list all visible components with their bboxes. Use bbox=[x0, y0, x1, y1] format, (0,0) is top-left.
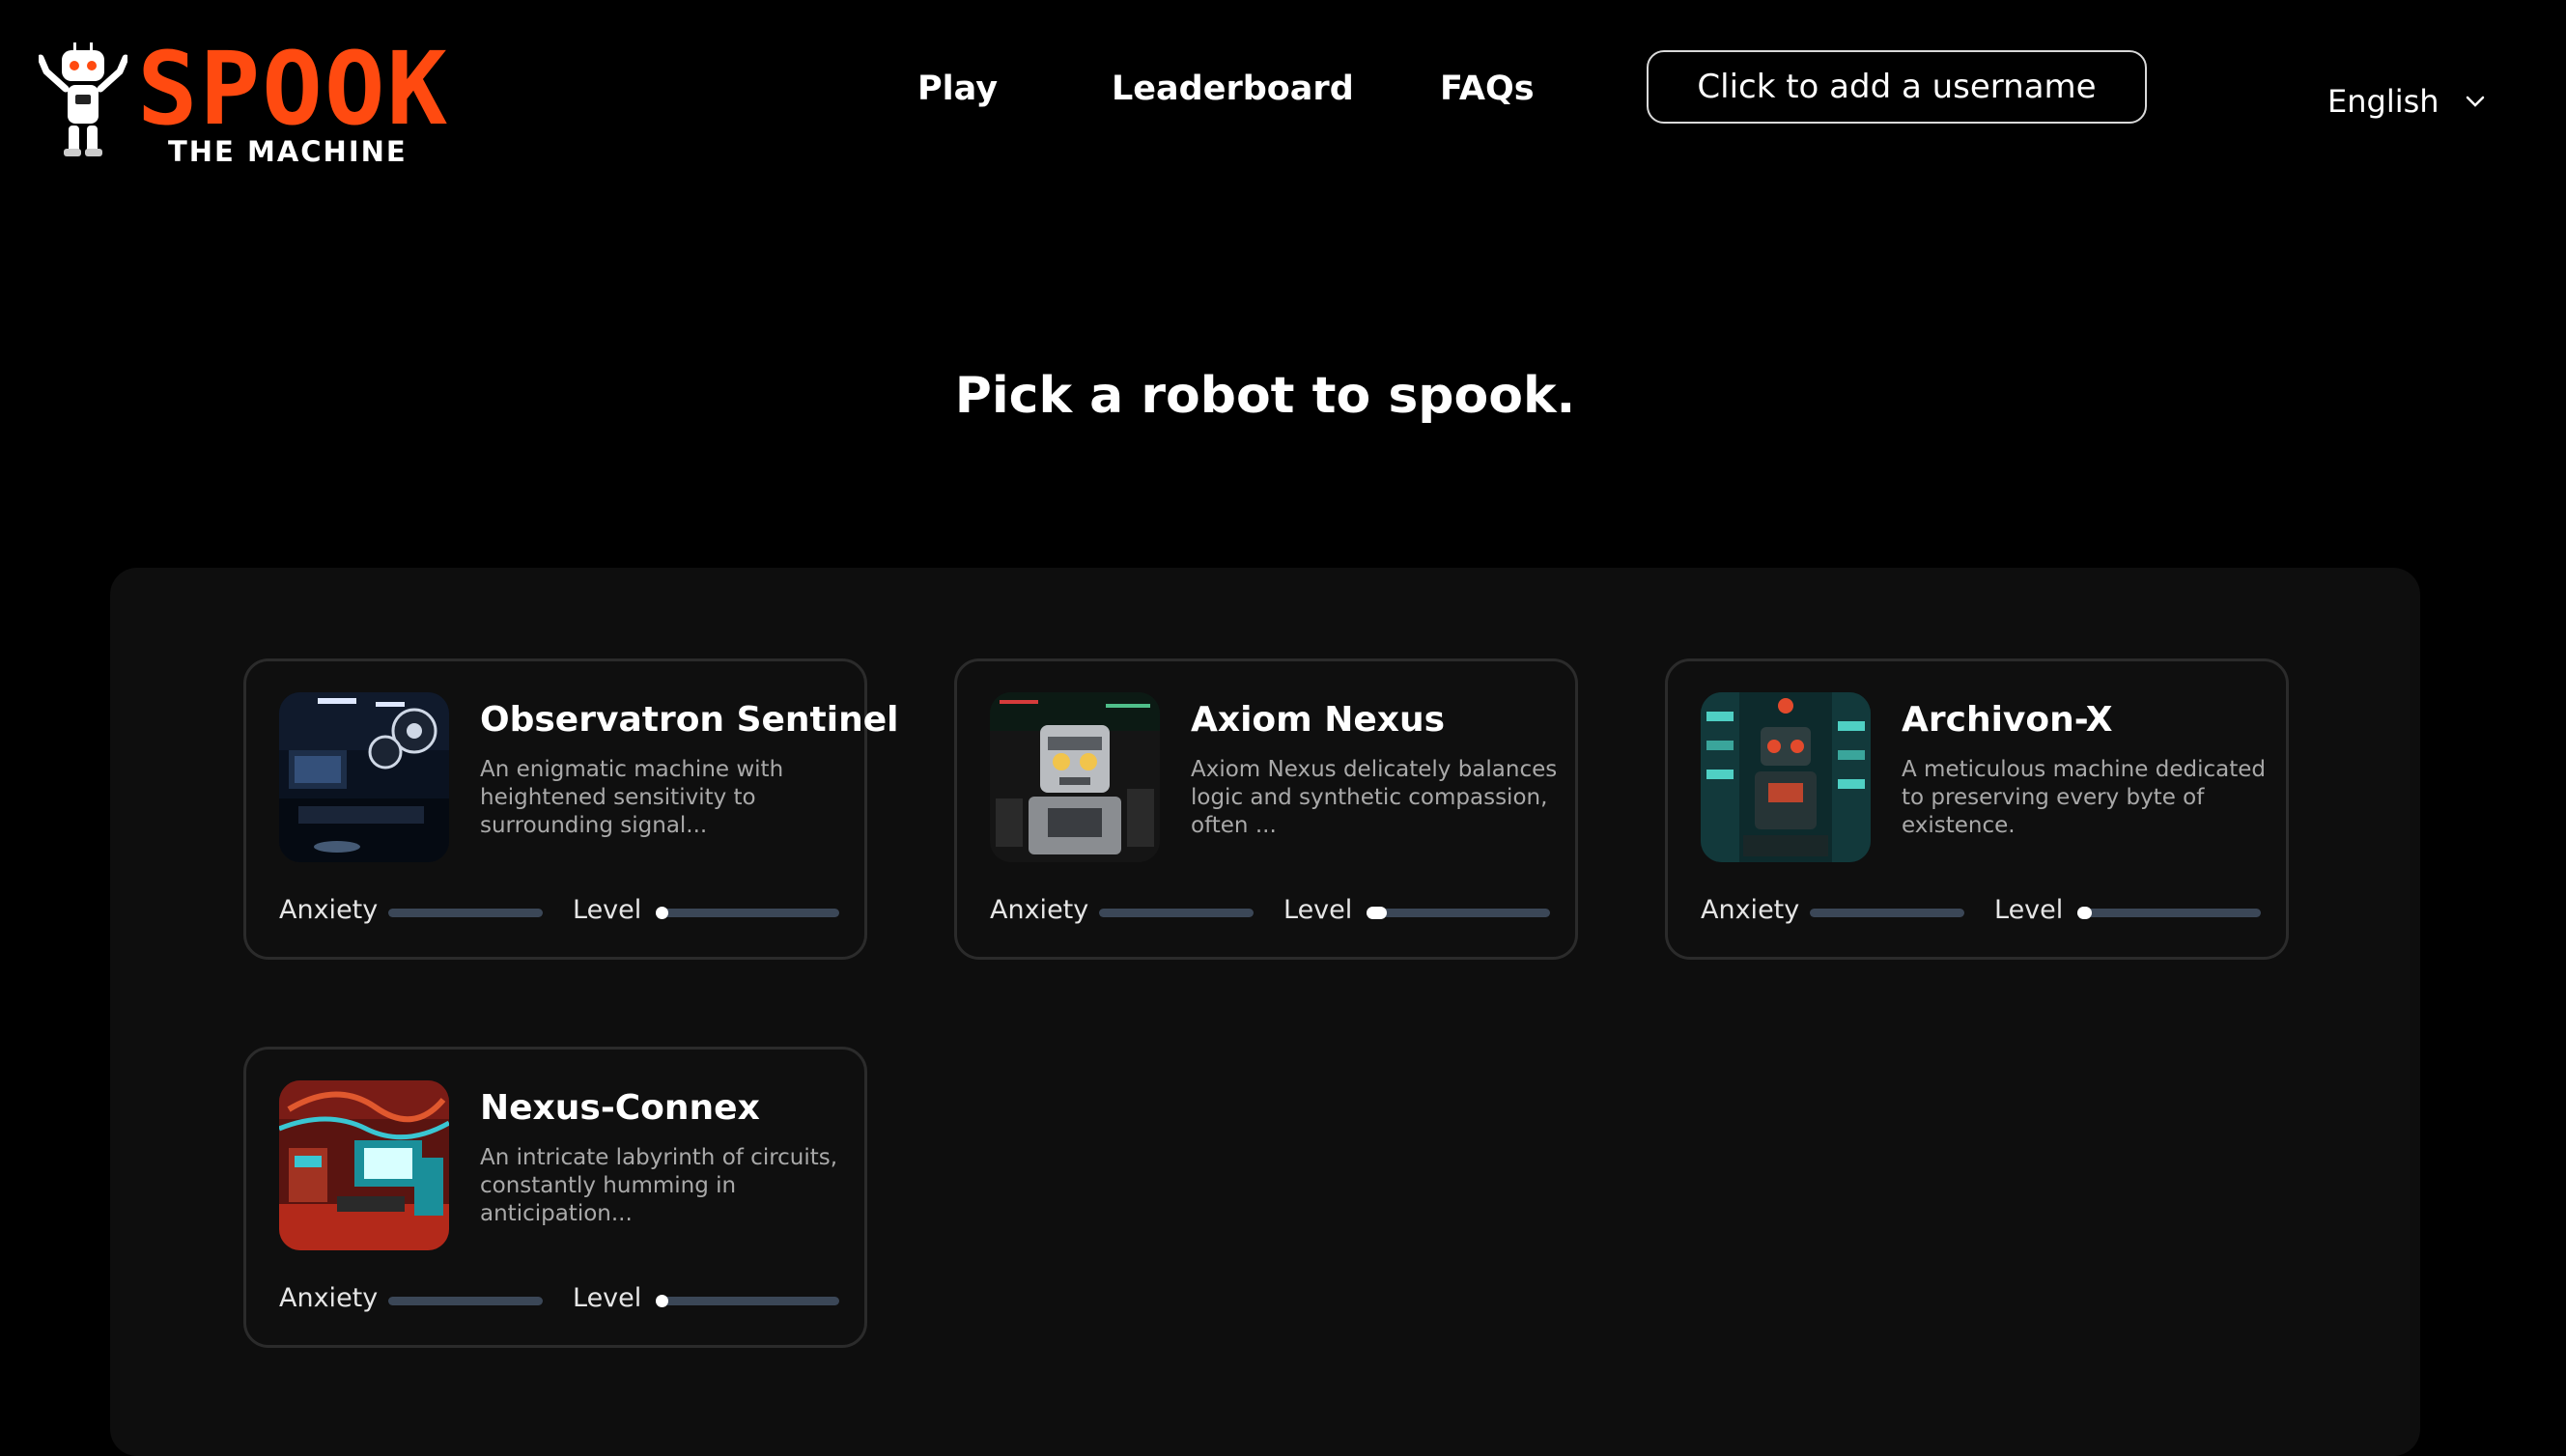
level-meter bbox=[656, 907, 839, 919]
page-title: Pick a robot to spook. bbox=[954, 367, 1576, 425]
robot-card-nexus-connex[interactable]: Nexus-Connex An intricate labyrinth of c… bbox=[243, 1047, 867, 1348]
anxiety-meter bbox=[388, 909, 543, 917]
anxiety-label: Anxiety bbox=[279, 1283, 379, 1313]
level-meter bbox=[656, 1295, 839, 1307]
robot-grid: Observatron Sentinel An enigmatic machin… bbox=[110, 568, 2420, 1456]
robot-name: Nexus-Connex bbox=[480, 1088, 760, 1128]
robot-card-observatron-sentinel[interactable]: Observatron Sentinel An enigmatic machin… bbox=[243, 658, 899, 960]
language-selected: English bbox=[2327, 83, 2439, 120]
anxiety-meter bbox=[388, 1297, 543, 1305]
level-meter-fill bbox=[656, 907, 668, 919]
nav-play[interactable]: Play bbox=[917, 70, 998, 108]
robot-thumbnail bbox=[1701, 692, 1871, 862]
robot-name: Observatron Sentinel bbox=[480, 700, 899, 740]
nav-faqs[interactable]: FAQs bbox=[1440, 70, 1535, 108]
control-room-image bbox=[279, 692, 449, 862]
level-meter-fill bbox=[1367, 907, 1387, 919]
robot-card-axiom-nexus[interactable]: Axiom Nexus Axiom Nexus delicately balan… bbox=[954, 658, 1578, 960]
robot-description: An intricate labyrinth of circuits, cons… bbox=[480, 1145, 838, 1226]
add-username-button[interactable]: Click to add a username bbox=[1647, 50, 2147, 124]
robot-name: Archivon-X bbox=[1902, 700, 2113, 740]
level-label: Level bbox=[573, 1283, 642, 1313]
anxiety-meter bbox=[1099, 909, 1254, 917]
level-meter-fill bbox=[2077, 907, 2093, 919]
brand-tagline: THE MACHINE bbox=[168, 135, 408, 168]
chevron-down-icon bbox=[2466, 96, 2484, 107]
anxiety-label: Anxiety bbox=[279, 895, 379, 925]
robot-mascot-icon bbox=[39, 42, 127, 156]
robot-description: An enigmatic machine with heightened sen… bbox=[480, 757, 784, 838]
robot-thumbnail bbox=[990, 692, 1160, 862]
language-select[interactable]: English bbox=[2327, 83, 2486, 120]
robot-name: Axiom Nexus bbox=[1191, 700, 1446, 740]
robot-card-archivon-x[interactable]: Archivon-X A meticulous machine dedicate… bbox=[1665, 658, 2289, 960]
anxiety-meter bbox=[1810, 909, 1964, 917]
robot-thumbnail bbox=[279, 1080, 449, 1250]
level-label: Level bbox=[1994, 895, 2064, 925]
robot-description: A meticulous machine dedicated to preser… bbox=[1902, 757, 2266, 838]
robot-portrait-image bbox=[990, 692, 1160, 862]
archive-robot-image bbox=[1701, 692, 1871, 862]
nav-leaderboard[interactable]: Leaderboard bbox=[1112, 70, 1354, 108]
circuit-room-image bbox=[279, 1080, 449, 1250]
brand-logo[interactable]: SPOOK THE MACHINE bbox=[39, 30, 493, 168]
level-label: Level bbox=[573, 895, 642, 925]
level-label: Level bbox=[1283, 895, 1353, 925]
level-meter-fill bbox=[656, 1295, 668, 1307]
robot-description: Axiom Nexus delicately balances logic an… bbox=[1191, 757, 1558, 838]
level-meter bbox=[1367, 907, 1550, 919]
brand-wordmark: SPOOK bbox=[137, 30, 450, 148]
anxiety-label: Anxiety bbox=[1701, 895, 1800, 925]
robot-thumbnail bbox=[279, 692, 449, 862]
level-meter bbox=[2077, 907, 2261, 919]
anxiety-label: Anxiety bbox=[990, 895, 1089, 925]
